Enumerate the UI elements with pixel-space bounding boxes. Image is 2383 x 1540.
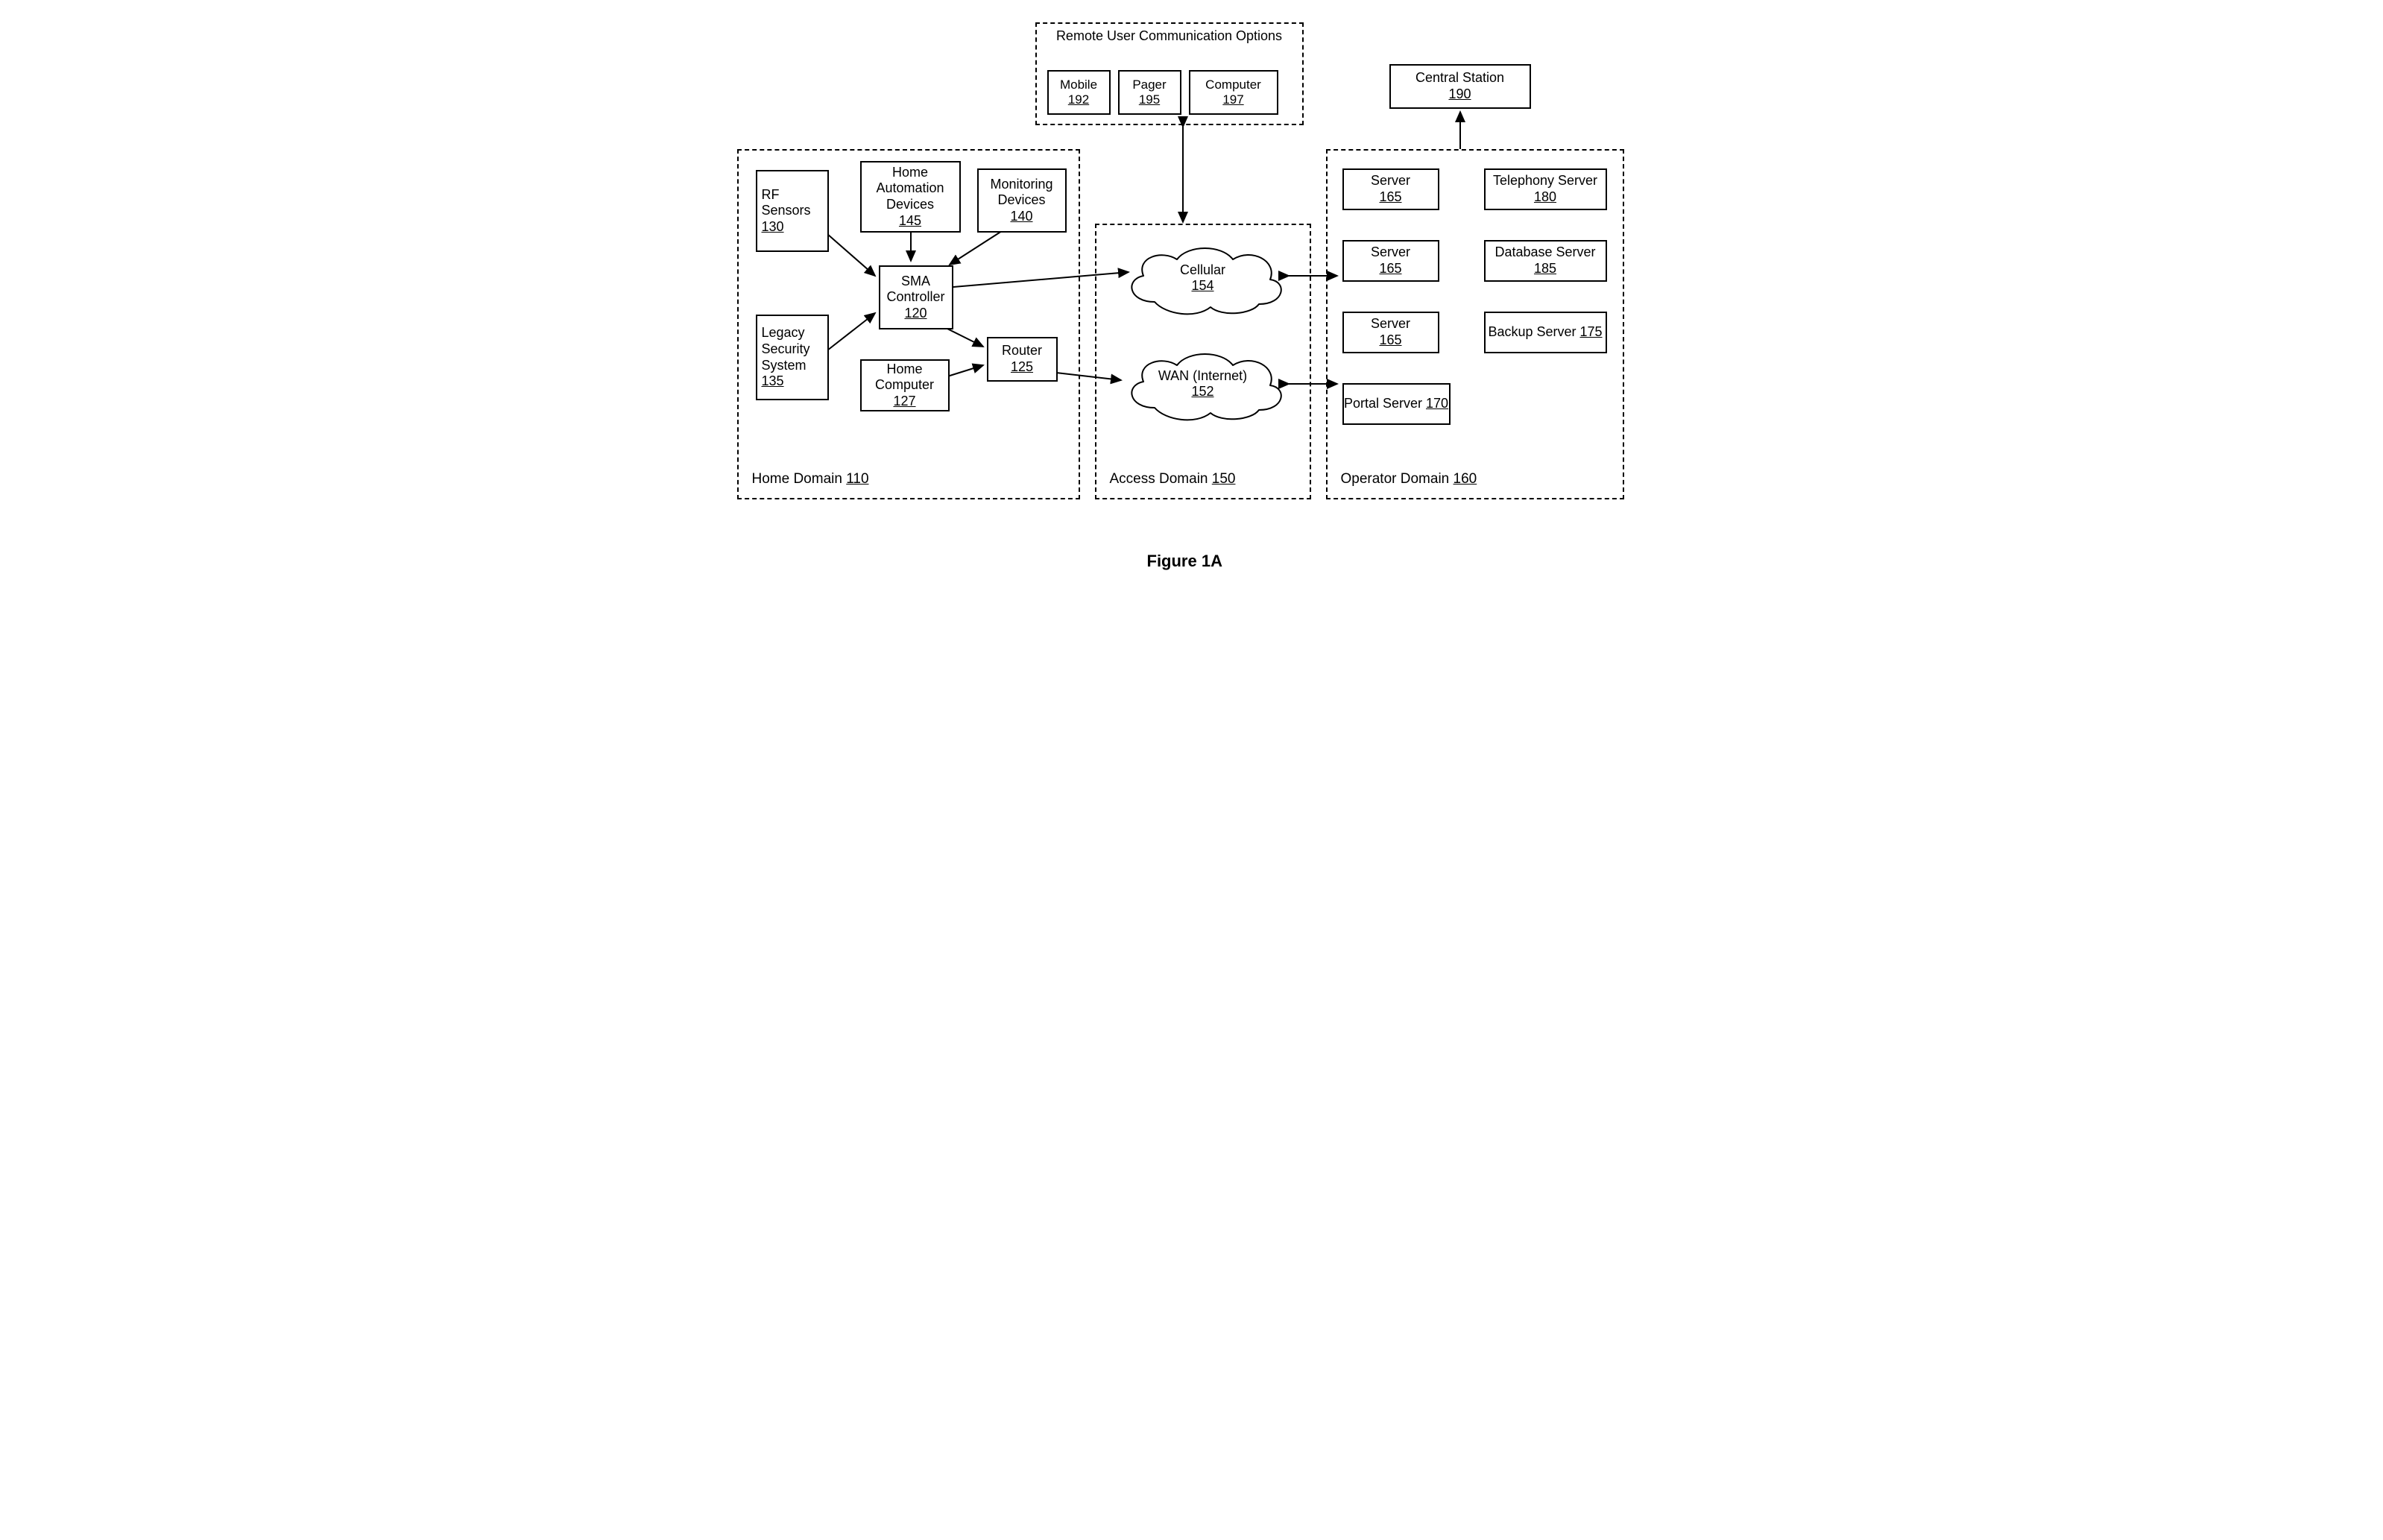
cloud-cellular-shape — [1117, 239, 1289, 321]
home-computer-label: Home Computer — [862, 362, 948, 394]
sma-ref: 120 — [904, 306, 927, 322]
home-domain-label: Home Domain 110 — [752, 471, 869, 487]
cloud-wan-shape — [1117, 344, 1289, 426]
server3-label: Server — [1371, 316, 1410, 332]
rf-sensors-label: RF Sensors — [762, 187, 827, 219]
access-domain-label: Access Domain 150 — [1110, 471, 1236, 487]
router-ref: 125 — [1011, 359, 1033, 376]
access-domain-ref: 150 — [1212, 471, 1236, 487]
box-sma-controller: SMA Controller 120 — [879, 265, 953, 329]
remote-computer-label: Computer — [1205, 78, 1261, 92]
box-portal-server: Portal Server 170 — [1342, 383, 1451, 425]
box-telephony-server: Telephony Server 180 — [1484, 168, 1607, 210]
central-station-label: Central Station — [1415, 70, 1504, 86]
box-backup-server: Backup Server 175 — [1484, 312, 1607, 353]
portal-ref: 170 — [1426, 396, 1448, 411]
box-remote-computer: Computer 197 — [1189, 70, 1278, 115]
box-server-1: Server 165 — [1342, 168, 1439, 210]
portal-wrapper: Portal Server 170 — [1344, 396, 1448, 412]
operator-domain-panel: Server 165 Server 165 Server 165 Portal … — [1326, 149, 1624, 499]
access-domain-text: Access Domain — [1110, 471, 1212, 487]
box-legacy-security: Legacy Security System 135 — [756, 315, 829, 400]
telephony-label: Telephony Server — [1493, 173, 1597, 188]
remote-computer-ref: 197 — [1222, 92, 1243, 107]
database-wrapper: Database Server 185 — [1486, 244, 1606, 277]
legacy-label: Legacy Security System — [762, 325, 827, 373]
home-automation-label: Home Automation Devices — [862, 165, 959, 213]
database-label: Database Server — [1494, 244, 1595, 259]
diagram-stage: Remote User Communication Options Mobile… — [715, 0, 1669, 616]
remote-panel: Remote User Communication Options Mobile… — [1035, 22, 1304, 125]
pager-ref: 195 — [1139, 92, 1160, 107]
operator-domain-label: Operator Domain 160 — [1341, 471, 1477, 487]
server3-ref: 165 — [1379, 332, 1401, 349]
backup-ref: 175 — [1580, 324, 1603, 339]
legacy-ref: 135 — [762, 373, 784, 390]
server2-label: Server — [1371, 244, 1410, 261]
home-domain-ref: 110 — [846, 471, 868, 487]
box-home-computer: Home Computer 127 — [860, 359, 950, 411]
home-domain-panel: RF Sensors 130 Home Automation Devices 1… — [737, 149, 1080, 499]
box-server-2: Server 165 — [1342, 240, 1439, 282]
mobile-ref: 192 — [1068, 92, 1089, 107]
router-label: Router — [1002, 343, 1042, 359]
server1-ref: 165 — [1379, 189, 1401, 206]
server1-label: Server — [1371, 173, 1410, 189]
central-station-ref: 190 — [1448, 86, 1471, 103]
figure-caption: Figure 1A — [1147, 552, 1222, 571]
portal-label: Portal Server — [1344, 396, 1426, 411]
backup-wrapper: Backup Server 175 — [1488, 324, 1602, 341]
backup-label: Backup Server — [1488, 324, 1579, 339]
rf-sensors-ref: 130 — [762, 219, 784, 236]
server2-ref: 165 — [1379, 261, 1401, 277]
box-home-automation: Home Automation Devices 145 — [860, 161, 961, 233]
operator-domain-ref: 160 — [1454, 471, 1477, 487]
access-domain-panel: Cellular 154 WAN (Internet) 152 Access D… — [1095, 224, 1311, 499]
box-rf-sensors: RF Sensors 130 — [756, 170, 829, 252]
home-automation-ref: 145 — [899, 213, 921, 230]
box-mobile: Mobile 192 — [1047, 70, 1111, 115]
box-router: Router 125 — [987, 337, 1058, 382]
pager-label: Pager — [1132, 78, 1166, 92]
telephony-ref: 180 — [1534, 189, 1556, 204]
box-pager: Pager 195 — [1118, 70, 1181, 115]
mobile-label: Mobile — [1060, 78, 1097, 92]
monitoring-label: Monitoring Devices — [979, 177, 1065, 209]
remote-panel-title: Remote User Communication Options — [1037, 28, 1302, 44]
box-database-server: Database Server 185 — [1484, 240, 1607, 282]
home-domain-text: Home Domain — [752, 471, 847, 487]
database-ref: 185 — [1534, 261, 1556, 276]
telephony-wrapper: Telephony Server 180 — [1486, 173, 1606, 205]
operator-domain-text: Operator Domain — [1341, 471, 1454, 487]
sma-label: SMA Controller — [880, 274, 952, 306]
home-computer-ref: 127 — [893, 394, 915, 410]
box-server-3: Server 165 — [1342, 312, 1439, 353]
box-monitoring: Monitoring Devices 140 — [977, 168, 1067, 233]
monitoring-ref: 140 — [1010, 209, 1032, 225]
box-central-station: Central Station 190 — [1389, 64, 1531, 109]
